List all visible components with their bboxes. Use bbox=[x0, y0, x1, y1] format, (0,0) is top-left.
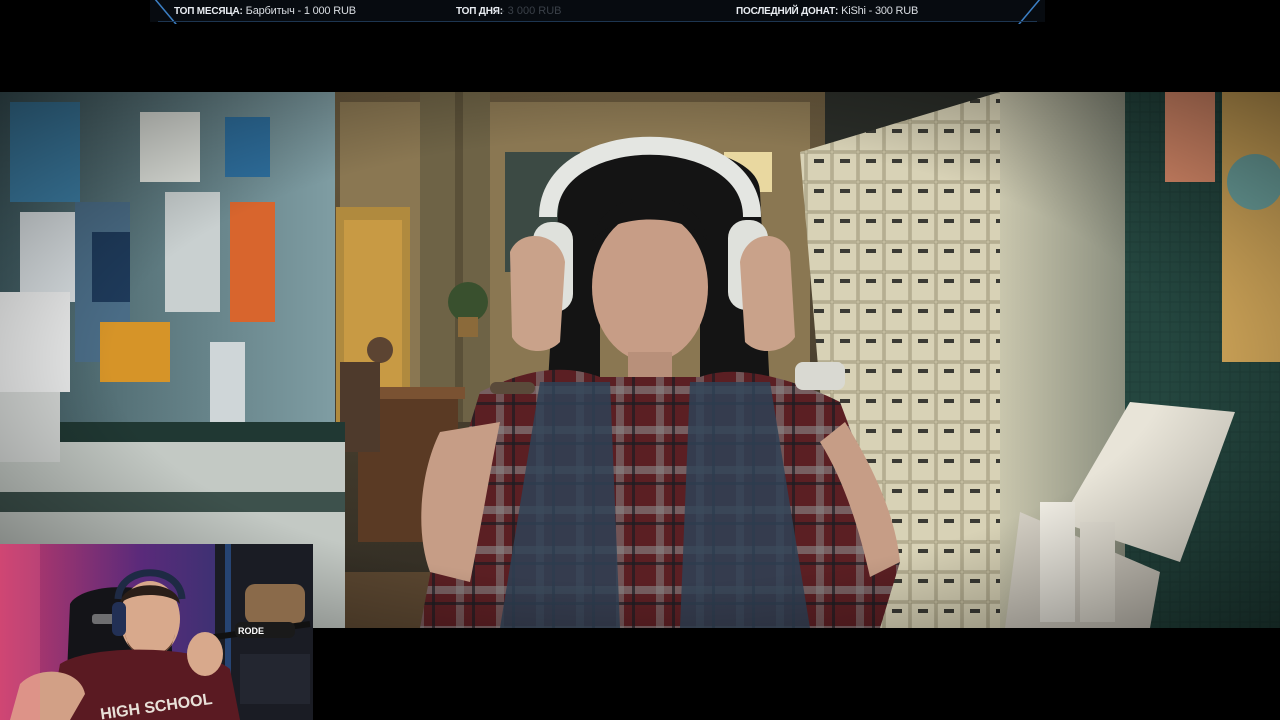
top-month-value: Барбитыч - 1 000 RUB bbox=[245, 5, 356, 17]
mic-brand: RODE bbox=[238, 626, 264, 636]
webcam-overlay: HIGH SCHOOL RODE bbox=[0, 544, 313, 720]
stream-layout: И - 3 000 RUB ТОП МЕСЯЦА: Барбитыч - 1 00… bbox=[0, 0, 1280, 720]
last-donation-widget: ПОСЛЕДНИЙ ДОНАТ: KiShi - 300 RUB bbox=[736, 4, 918, 19]
top-day-widget: ТОП ДНЯ: bbox=[456, 4, 506, 19]
bar-underline bbox=[158, 21, 1037, 22]
last-donation-label: ПОСЛЕДНИЙ ДОНАТ: bbox=[736, 6, 839, 17]
donation-bar: И - 3 000 RUB ТОП МЕСЯЦА: Барбитыч - 1 00… bbox=[150, 0, 1045, 24]
top-day-label: ТОП ДНЯ: bbox=[456, 6, 503, 17]
top-month-label: ТОП МЕСЯЦА: bbox=[174, 6, 243, 17]
top-month-widget: ТОП МЕСЯЦА: Барбитыч - 1 000 RUB bbox=[174, 4, 356, 19]
last-donation-value: KiShi - 300 RUB bbox=[841, 5, 919, 17]
webcam-scene: HIGH SCHOOL RODE bbox=[0, 544, 313, 720]
